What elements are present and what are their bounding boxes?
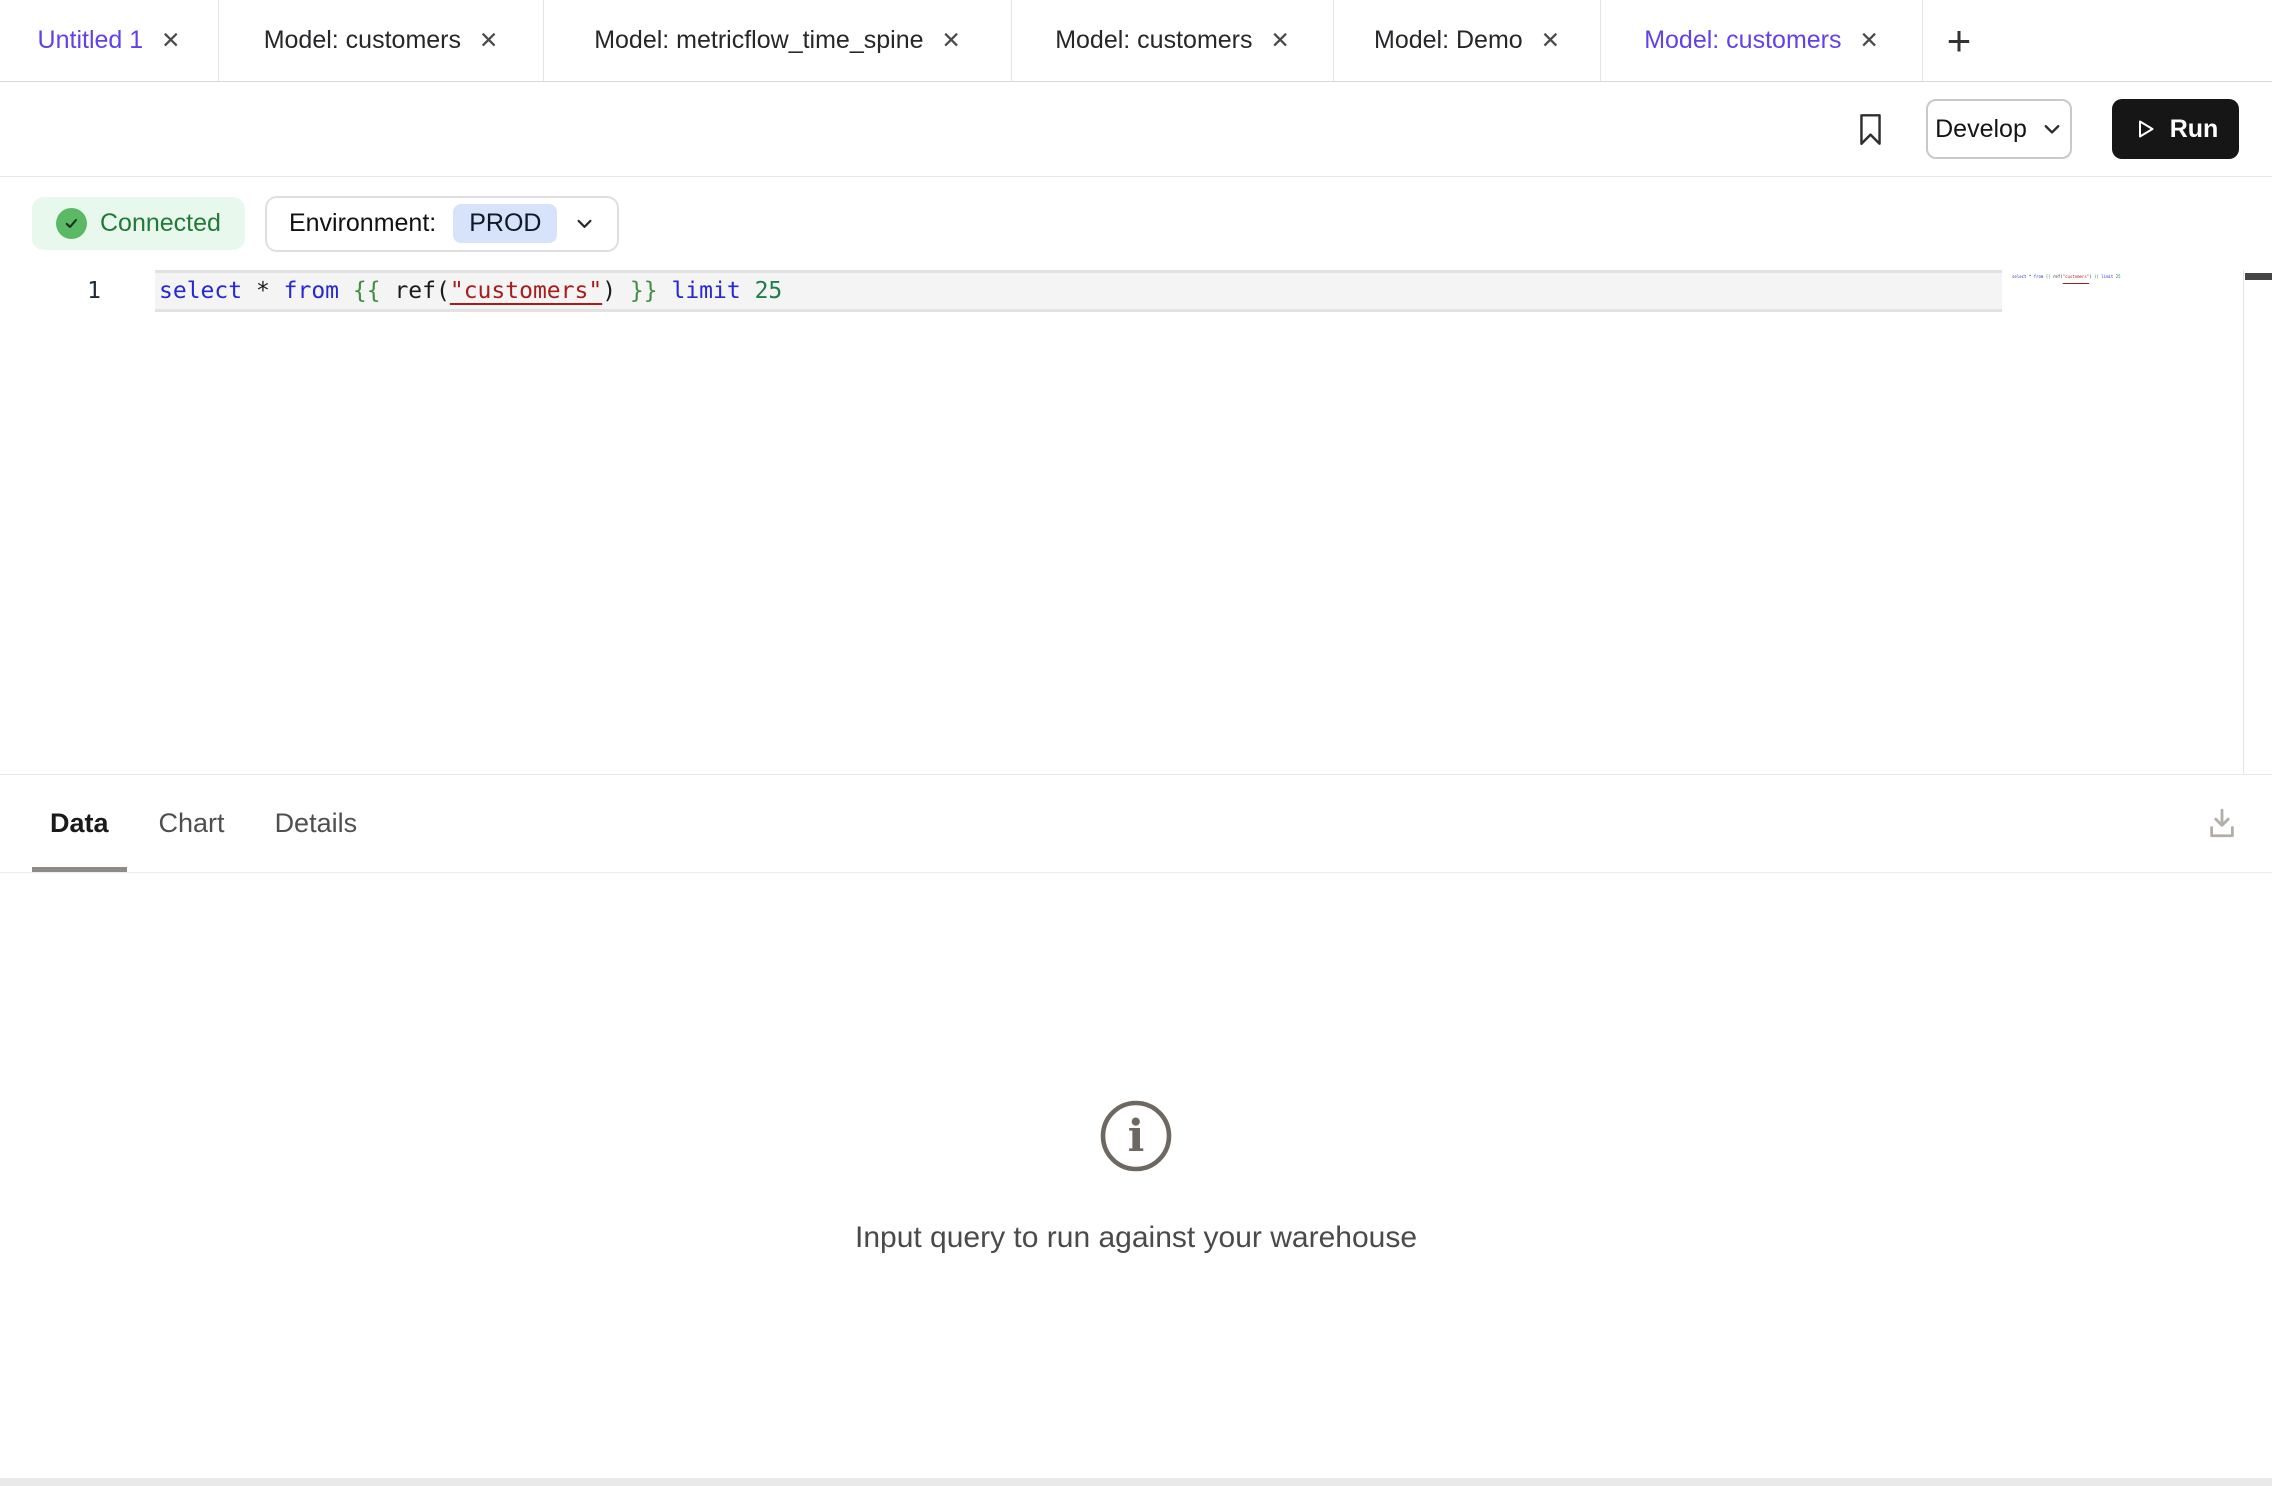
editor-scrollbar-track[interactable] <box>2243 270 2272 774</box>
minimap-line: select * from {{ ref("customers") }} lim… <box>2012 274 2121 279</box>
chevron-down-icon <box>2041 118 2063 140</box>
tab-model-demo[interactable]: Model: Demo ✕ <box>1334 0 1601 81</box>
line-number: 1 <box>0 270 125 312</box>
svg-text:i: i <box>1128 1111 1145 1162</box>
develop-label: Develop <box>1935 115 2027 144</box>
bookmark-icon[interactable] <box>1855 111 1886 148</box>
connection-status-label: Connected <box>100 209 221 238</box>
tab-label: Model: customers <box>1055 26 1252 55</box>
bottom-bar <box>0 1478 2272 1486</box>
results-empty-state: i Input query to run against your wareho… <box>0 873 2272 1478</box>
code-line-content[interactable]: select * from {{ ref("customers") }} lim… <box>159 270 782 312</box>
empty-state-message: Input query to run against your warehous… <box>855 1221 1417 1255</box>
tab-data[interactable]: Data <box>32 775 127 872</box>
environment-label: Environment: <box>289 209 436 238</box>
tab-label: Model: customers <box>264 26 461 55</box>
environment-value-pill: PROD <box>453 204 557 243</box>
download-icon[interactable] <box>2205 806 2239 842</box>
tab-label: Details <box>275 808 358 839</box>
editor-tab-bar: Untitled 1 ✕ Model: customers ✕ Model: m… <box>0 0 2272 82</box>
close-tab-icon[interactable]: ✕ <box>1860 29 1879 52</box>
connection-status-badge: Connected <box>32 197 245 250</box>
close-tab-icon[interactable]: ✕ <box>1271 29 1290 52</box>
tab-label: Model: customers <box>1644 26 1841 55</box>
tab-label: Data <box>50 808 109 839</box>
ide-window: Untitled 1 ✕ Model: customers ✕ Model: m… <box>0 0 2272 1486</box>
check-circle-icon <box>56 208 87 239</box>
results-tab-bar: Data Chart Details <box>0 775 2272 873</box>
plus-icon: + <box>1947 20 1972 62</box>
close-tab-icon[interactable]: ✕ <box>1541 29 1560 52</box>
run-button[interactable]: Run <box>2112 99 2239 159</box>
status-row: Connected Environment: PROD <box>0 177 2272 270</box>
environment-dropdown[interactable]: Environment: PROD <box>265 196 620 252</box>
tab-model-customers-1[interactable]: Model: customers ✕ <box>219 0 544 81</box>
develop-menu-button[interactable]: Develop <box>1926 99 2072 159</box>
tab-model-customers-2[interactable]: Model: customers ✕ <box>1012 0 1334 81</box>
editor-scrollbar-thumb[interactable] <box>2245 273 2272 280</box>
tab-model-customers-3[interactable]: Model: customers ✕ <box>1601 0 1923 81</box>
bookmark-icon-glyph <box>1855 111 1886 148</box>
tab-chart[interactable]: Chart <box>141 775 243 872</box>
run-label: Run <box>2170 115 2219 144</box>
close-tab-icon[interactable]: ✕ <box>479 29 498 52</box>
info-icon: i <box>1097 1097 1175 1175</box>
tab-label: Model: metricflow_time_spine <box>594 26 923 55</box>
chevron-down-icon <box>574 213 595 234</box>
sql-editor[interactable]: 1 select * from {{ ref("customers") }} l… <box>0 270 2272 775</box>
tab-label: Chart <box>159 808 225 839</box>
tab-label: Model: Demo <box>1374 26 1523 55</box>
tab-untitled-1[interactable]: Untitled 1 ✕ <box>0 0 219 81</box>
close-tab-icon[interactable]: ✕ <box>161 29 180 52</box>
tab-details[interactable]: Details <box>257 775 376 872</box>
new-tab-button[interactable]: + <box>1923 0 1995 81</box>
close-tab-icon[interactable]: ✕ <box>942 29 961 52</box>
minimap[interactable]: select * from {{ ref("customers") }} lim… <box>2012 273 2237 281</box>
tab-label: Untitled 1 <box>38 26 144 55</box>
toolbar: Develop Run <box>0 82 2272 177</box>
tab-model-metricflow-time-spine[interactable]: Model: metricflow_time_spine ✕ <box>544 0 1012 81</box>
play-icon <box>2133 117 2157 141</box>
